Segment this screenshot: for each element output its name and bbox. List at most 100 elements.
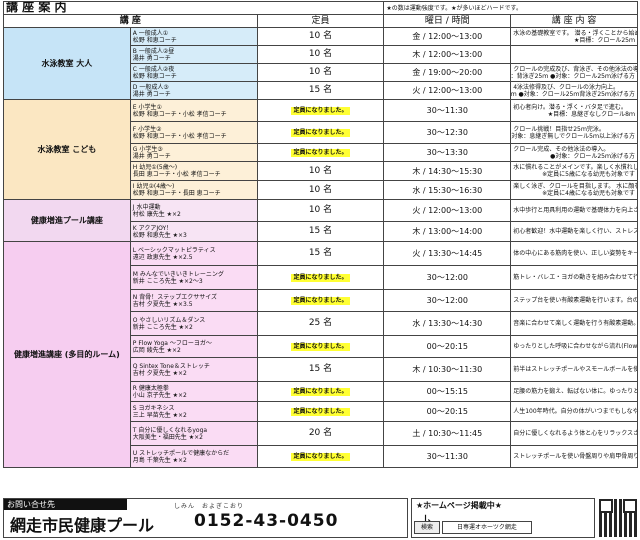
course-description-cell: ゆったりとした呼吸に合わせながら流れ(Flow)るようにポーズを繋げます。	[510, 335, 638, 358]
schedule-time: 00～20:15	[383, 401, 512, 422]
col-time: 曜日 / 時間	[383, 14, 512, 28]
phone-number[interactable]: 0152-43-0450	[194, 511, 338, 531]
capacity: 定員になりました。	[256, 289, 385, 312]
course-name-cell: T 自分に優しくなれるyoga 大阪美生・福田先生 ★×2	[129, 421, 258, 446]
course-description: 筋トレ・バレエ・ヨガの動きを組み合わせて行う脂肪燃焼系エクササイズです。	[513, 274, 636, 281]
capacity: 10 名	[256, 27, 385, 46]
capacity: 25 名	[256, 311, 385, 336]
instructor-name: 三上 早苗先生	[132, 411, 171, 419]
schedule-time: 00～15:15	[383, 381, 512, 402]
course-description: 自分に優しくなれるよう体と心をリラックスさせます。自分らしさを取り戻しましょう。	[513, 430, 636, 437]
schedule-time: 木 / 14:30～15:30	[383, 161, 512, 181]
capacity: 20 名	[256, 421, 385, 446]
course-description: 体の中心にある筋肉を使い、正しい姿勢をキープしながらエクササイズして行きます。体…	[513, 250, 636, 257]
full-badge: 定員になりました。	[291, 452, 350, 461]
course-name: L ベーシックマットピラティス	[132, 246, 216, 254]
course-description-cell: 前半はストレッチポールやスモールボールを使い筋肉をほぐします。後半はトーニングで…	[510, 357, 638, 382]
course-description-cell	[510, 45, 638, 64]
capacity: 定員になりました。	[256, 335, 385, 358]
course-name: P Flow Yoga ～フローヨガ～	[132, 339, 212, 347]
schedule-time: 火 / 12:00～13:00	[383, 81, 512, 100]
course-name-cell: U ストレッチポールで健康なからだ 月島 千葉先生 ★×2	[129, 445, 258, 468]
schedule-time: 木 / 13:00～14:00	[383, 221, 512, 242]
table-header: 講 座 案 内 ★の数は運動強度です。★が多いほどハードです。	[2, 1, 638, 15]
course-name: D 一般成人③	[132, 83, 169, 91]
full-badge: 定員になりました。	[291, 342, 350, 351]
course-description-cell: 初心者向け。潜る・浮く・バタ足で進む。 ★目標：息継ぎなしクロール8ｍ	[510, 99, 638, 122]
course-name-cell: C 一般成人②夜 松野 和恵コーチ	[129, 63, 258, 82]
course-goal: ★目標：4泳法各25ｍ、クロール50ｍ ●対象：クロール25ｍ背泳ぎ25ｍ泳げる…	[510, 90, 635, 98]
course-description: クロールの完成及び、背泳ぎ、その他泳法の導入。	[513, 65, 638, 73]
intensity-stars: ★×2	[172, 369, 187, 377]
instructor-name: 吉村 夕夏先生	[132, 369, 171, 377]
facility-ruby: しみん およぎこおり	[174, 503, 245, 510]
table-row: 健康増進プール講座 J 水中運動 村松 康先生 ★×2 10 名火 / 12:00～1…	[3, 199, 638, 242]
instructor-name: 新井 こころ先生	[132, 277, 177, 285]
course-description-cell: 筋トレ・バレエ・ヨガの動きを組み合わせて行う脂肪燃焼系エクササイズです。	[510, 265, 638, 290]
capacity: 15 名	[256, 241, 385, 266]
instructor-name: 湯井 勇コーチ	[132, 54, 171, 62]
search-keyword[interactable]: 日専運オホーツク網走	[442, 521, 532, 534]
course-description-cell: 楽しく泳ぎ、クロールを目指します。 水に顔をつけ・浮くことができる4歳以上の未就…	[510, 180, 638, 200]
intensity-stars: ★×2	[188, 433, 203, 441]
table-row: 健康増進講座 (多目的ルーム) L ベーシックマットピラティス 遠辺 政恵先生 ★×…	[3, 241, 638, 468]
full-badge: 定員になりました。	[291, 106, 350, 115]
instructor-name: 松野 和恵コーチ・小松 孝信コーチ	[132, 132, 227, 140]
course-name: R 健康太極拳	[132, 384, 169, 392]
instructor: 松野 和恵コーチ	[133, 37, 255, 44]
instructor: 吉村 夕夏先生 ★×3.5	[133, 301, 255, 308]
instructor: 松野 和恵コーチ・小松 孝信コーチ	[133, 111, 255, 118]
schedule-time: 30～11:30	[383, 445, 512, 468]
instructor: 湯井 勇コーチ	[133, 55, 255, 62]
course-sheet: 講 座 案 内 ★の数は運動強度です。★が多いほどハードです。 講 座 定員 曜…	[0, 0, 640, 540]
instructor-name: 湯井 勇コーチ	[132, 90, 171, 98]
instructor-name: 松野 和恵コーチ・長田 恵コーチ	[132, 190, 221, 197]
course-name-cell: R 健康太極拳 小山 京子先生 ★×2	[129, 381, 258, 402]
course-name: Q Sintex Tone＆ストレッチ	[132, 362, 210, 370]
course-name-cell: M みんなでいきいきトレーニング 新井 こころ先生 ★×2～3	[129, 265, 258, 290]
capacity: 15 名	[256, 221, 385, 242]
search-button[interactable]: 検索	[414, 521, 440, 534]
course-description: 水中歩行と用具利用の運動で基礎体力を向上させましょう。水中運動未経験の方、少し水…	[513, 207, 636, 214]
course-name-cell: P Flow Yoga ～フローヨガ～ 広岡 綾先生 ★×2	[129, 335, 258, 358]
schedule-time: 火 / 13:30～14:45	[383, 241, 512, 266]
course-name: U ストレッチポールで健康なからだ	[132, 449, 230, 457]
facility-name: 網走市民健康プール	[10, 516, 155, 535]
instructor: 松野 和恵先生 ★×3	[133, 232, 255, 239]
instructor: 湯井 勇コーチ	[133, 153, 255, 160]
course-description: 水に慣れることがメインです。楽しく水慣れしましょう。 水泳が初めてで5歳以上の未…	[513, 164, 636, 171]
course-description: クロール完成、その他泳法の導入。	[513, 145, 610, 153]
course-description: 初心者向け。潜る・浮く・バタ足で進む。	[513, 103, 627, 111]
course-description-cell: 水泳の基礎教室です。 潜る・浮くことから始め、初歩のクロールまで。 初心者の方も…	[510, 27, 638, 46]
instructor: 月島 千葉先生 ★×2	[133, 457, 255, 464]
instructor: 三上 早苗先生 ★×2	[133, 412, 255, 419]
course-name-cell: B 一般成人②昼 湯井 勇コーチ	[129, 45, 258, 64]
course-name-cell: N 背骨！ステップエクササイズ 吉村 夕夏先生 ★×3.5	[129, 289, 258, 312]
schedule-time: 土 / 10:30～11:45	[383, 421, 512, 446]
course-description: ゆったりとした呼吸に合わせながら流れ(Flow)るようにポーズを繋げます。	[513, 343, 638, 350]
course-name: H 幼児①(5歳～)	[132, 164, 178, 171]
qr-code-icon[interactable]	[599, 499, 637, 537]
instructor-name: 小山 京子先生	[132, 391, 171, 399]
course-description: 前半はストレッチポールやスモールボールを使い筋肉をほぐします。後半はトーニングで…	[513, 366, 636, 373]
course-goal: ★目標：クロール25ｍ	[573, 36, 635, 44]
course-name: K アクアJOY！	[132, 224, 173, 232]
capacity: 10 名	[256, 45, 385, 64]
instructor-name: 月島 千葉先生	[132, 456, 171, 464]
instructor-name: 大阪美生・福田先生	[132, 433, 187, 441]
course-name: I 幼児②(4歳～)	[132, 183, 175, 190]
full-badge: 定員になりました。	[291, 407, 350, 416]
schedule-time: 30～12:00	[383, 265, 512, 290]
course-name-cell: H 幼児①(5歳～) 長田 恵コーチ・小松 孝信コーチ	[129, 161, 258, 181]
course-description: 人生100年時代。自分の体がいつまでもしなやかに動くように、ヨガキネシスで整えま…	[513, 408, 636, 415]
course-goal: ★目標：息継ぎなしクロール8ｍ	[547, 110, 635, 118]
course-name-cell: G 小学生③ 湯井 勇コーチ	[129, 143, 258, 162]
course-description: 4泳法修得及び、クロールの泳力向上。	[513, 83, 620, 91]
contact-label: お問い合せ先	[4, 499, 127, 510]
course-description-cell: 水中歩行と用具利用の運動で基礎体力を向上させましょう。水中運動未経験の方、少し水…	[510, 199, 638, 222]
course-description: 音楽に合わせて楽しく運動を行う有酸素運動。ジャンプ無し、ジョギング程度なので安心…	[513, 320, 638, 327]
course-name-cell: F 小学生② 松野 和恵コーチ・小松 孝信コーチ	[129, 121, 258, 144]
course-description-cell: ストレッチポールを使い骨盤周りや肩甲骨周りをほぐし、体のバランスを整えましょう。	[510, 445, 638, 468]
intensity-stars: ★×2	[166, 346, 181, 354]
intensity-stars: ★×2	[172, 456, 187, 464]
